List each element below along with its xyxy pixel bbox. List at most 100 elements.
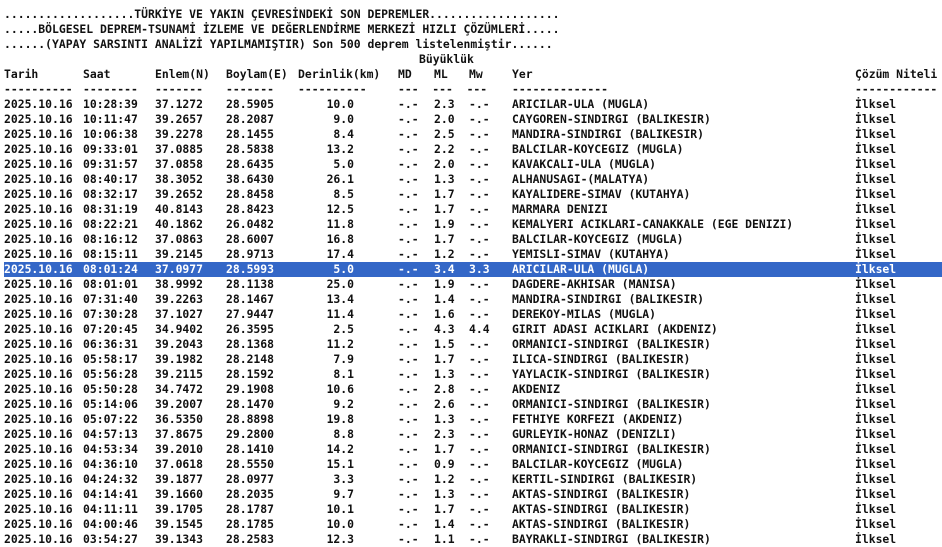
table-row[interactable]: 2025.10.16 08:31:19 40.8143 28.8423 12.5 -.- 1…: [4, 202, 942, 217]
cell-longitude: 26.3595: [226, 322, 275, 336]
separator-magnitudes: --- --- ---: [398, 82, 488, 96]
cell-solution: İlksel: [855, 232, 897, 246]
cell-ml: 4.3: [434, 322, 455, 336]
cell-longitude: 28.5550: [226, 457, 275, 471]
table-row[interactable]: 2025.10.16 08:16:12 37.0863 28.6007 16.8 -.- 1…: [4, 232, 942, 247]
cell-ml: 1.7: [434, 502, 455, 516]
table-row[interactable]: 2025.10.16 04:57:13 37.8675 29.2800 8.8 -.- 2.…: [4, 427, 942, 442]
cell-time: 08:40:17: [83, 172, 138, 186]
table-row[interactable]: 2025.10.16 09:31:57 37.0858 28.6435 5.0 -.- 2.…: [4, 157, 942, 172]
table-row[interactable]: 2025.10.16 08:40:17 38.3052 38.6430 26.1 -.- 1…: [4, 172, 942, 187]
cell-md: -.-: [398, 502, 419, 516]
cell-latitude: 37.1027: [155, 307, 204, 321]
cell-longitude: 28.8423: [226, 202, 275, 216]
cell-solution: İlksel: [855, 517, 897, 531]
cell-depth: 12.5: [326, 202, 354, 216]
table-row[interactable]: 2025.10.16 06:36:31 39.2043 28.1368 11.2 -.- 1…: [4, 337, 942, 352]
cell-location: KERTIL-SINDIRGI (BALIKESIR): [512, 472, 698, 486]
cell-location: MANDIRA-SINDIRGI (BALIKESIR): [512, 292, 705, 306]
table-row[interactable]: 2025.10.16 10:28:39 37.1272 28.5905 10.0 -.- 2…: [4, 97, 942, 112]
cell-depth: 2.5: [333, 322, 354, 336]
cell-mw: -.-: [469, 202, 490, 216]
cell-time: 04:14:41: [83, 487, 138, 501]
table-row[interactable]: 2025.10.16 05:56:28 39.2115 28.1592 8.1 -.- 1.…: [4, 367, 942, 382]
page-subtitle: .....BÖLGESEL DEPREM-TSUNAMİ İZLEME VE D…: [4, 22, 560, 36]
cell-ml: 0.9: [434, 457, 455, 471]
cell-depth: 13.4: [326, 292, 354, 306]
cell-latitude: 34.9402: [155, 322, 204, 336]
cell-depth: 3.3: [333, 472, 354, 486]
table-row-selected[interactable]: 2025.10.16 08:01:24 37.0977 28.5993 5.0 -.- 3.…: [4, 262, 942, 277]
table-row[interactable]: 2025.10.16 08:22:21 40.1862 26.0482 11.8 -.- 1…: [4, 217, 942, 232]
cell-time: 08:15:11: [83, 247, 138, 261]
cell-longitude: 38.6430: [226, 172, 275, 186]
cell-longitude: 28.6007: [226, 232, 275, 246]
cell-mw: 4.4: [469, 322, 490, 336]
cell-mw: -.-: [469, 142, 490, 156]
cell-mw: -.-: [469, 457, 490, 471]
table-row[interactable]: 2025.10.16 09:33:01 37.0885 28.5838 13.2 -.- 2…: [4, 142, 942, 157]
cell-latitude: 38.3052: [155, 172, 204, 186]
cell-md: -.-: [398, 187, 419, 201]
cell-longitude: 28.1368: [226, 337, 275, 351]
cell-latitude: 37.8675: [155, 427, 204, 441]
cell-ml: 1.4: [434, 292, 455, 306]
cell-mw: -.-: [469, 367, 490, 381]
cell-md: -.-: [398, 97, 419, 111]
cell-latitude: 39.1545: [155, 517, 204, 531]
table-row[interactable]: 2025.10.16 04:53:34 39.2010 28.1410 14.2 -.- 1…: [4, 442, 942, 457]
cell-time: 08:32:17: [83, 187, 138, 201]
cell-location: BALCILAR-KOYCEGIZ (MUGLA): [512, 142, 684, 156]
cell-mw: -.-: [469, 502, 490, 516]
cell-date: 2025.10.16: [4, 427, 73, 441]
cell-mw: -.-: [469, 307, 490, 321]
table-row[interactable]: 2025.10.16 05:58:17 39.1982 28.2148 7.9 -.- 1.…: [4, 352, 942, 367]
table-row[interactable]: 2025.10.16 10:06:38 39.2278 28.1455 8.4 -.- 2.…: [4, 127, 942, 142]
table-row[interactable]: 2025.10.16 07:30:28 37.1027 27.9447 11.4 -.- 1…: [4, 307, 942, 322]
table-row[interactable]: 2025.10.16 04:24:32 39.1877 28.0977 3.3 -.- 1.…: [4, 472, 942, 487]
table-row[interactable]: 2025.10.16 04:36:10 37.0618 28.5550 15.1 -.- 0…: [4, 457, 942, 472]
table-row[interactable]: 2025.10.16 08:32:17 39.2652 28.8458 8.5 -.- 1.…: [4, 187, 942, 202]
cell-location: ALHANUSAGI-(MALATYA): [512, 172, 650, 186]
cell-depth: 17.4: [326, 247, 354, 261]
cell-md: -.-: [398, 442, 419, 456]
table-row[interactable]: 2025.10.16 05:14:06 39.2007 28.1470 9.2 -.- 2.…: [4, 397, 942, 412]
cell-ml: 1.6: [434, 307, 455, 321]
table-row[interactable]: 2025.10.16 05:07:22 36.5350 28.8898 19.8 -.- 1…: [4, 412, 942, 427]
table-row[interactable]: 2025.10.16 10:11:47 39.2657 28.2087 9.0 -.- 2.…: [4, 112, 942, 127]
cell-time: 08:16:12: [83, 232, 138, 246]
cell-location: MANDIRA-SINDIRGI (BALIKESIR): [512, 127, 705, 141]
cell-depth: 8.8: [333, 427, 354, 441]
cell-location: BALCILAR-KOYCEGIZ (MUGLA): [512, 232, 684, 246]
table-row[interactable]: 2025.10.16 04:00:46 39.1545 28.1785 10.0 -.- 1…: [4, 517, 942, 532]
cell-ml: 2.0: [434, 157, 455, 171]
table-row[interactable]: 2025.10.16 05:50:28 34.7472 29.1908 10.6 -.- 2…: [4, 382, 942, 397]
cell-solution: İlksel: [855, 127, 897, 141]
table-row[interactable]: 2025.10.16 04:14:41 39.1660 28.2035 9.7 -.- 1.…: [4, 487, 942, 502]
table-row[interactable]: 2025.10.16 04:11:11 39.1705 28.1787 10.1 -.- 1…: [4, 502, 942, 517]
table-row[interactable]: 2025.10.16 08:15:11 39.2145 28.9713 17.4 -.- 1…: [4, 247, 942, 262]
cell-mw: -.-: [469, 112, 490, 126]
cell-md: -.-: [398, 487, 419, 501]
cell-longitude: 28.0977: [226, 472, 275, 486]
cell-mw: -.-: [469, 247, 490, 261]
cell-md: -.-: [398, 202, 419, 216]
cell-location: KEMALYERI ACIKLARI-CANAKKALE (EGE DENIZI…: [512, 217, 794, 231]
cell-longitude: 28.8898: [226, 412, 275, 426]
cell-date: 2025.10.16: [4, 397, 73, 411]
cell-mw: -.-: [469, 382, 490, 396]
cell-time: 08:01:24: [83, 262, 138, 276]
separator-date: ----------: [4, 82, 73, 96]
cell-date: 2025.10.16: [4, 262, 73, 276]
cell-depth: 11.8: [326, 217, 354, 231]
table-row[interactable]: 2025.10.16 07:20:45 34.9402 26.3595 2.5 -.- 4.…: [4, 322, 942, 337]
column-header-longitude: Boylam(E): [226, 67, 288, 81]
cell-md: -.-: [398, 142, 419, 156]
cell-solution: İlksel: [855, 337, 897, 351]
table-row[interactable]: 2025.10.16 07:31:40 39.2263 28.1467 13.4 -.- 1…: [4, 292, 942, 307]
cell-location: ORMANICI-SINDIRGI (BALIKESIR): [512, 442, 711, 456]
table-row[interactable]: 2025.10.16 08:01:01 38.9992 28.1138 25.0 -.- 1…: [4, 277, 942, 292]
cell-solution: İlksel: [855, 472, 897, 486]
separator-location: --------------: [512, 82, 609, 96]
cell-time: 09:33:01: [83, 142, 138, 156]
